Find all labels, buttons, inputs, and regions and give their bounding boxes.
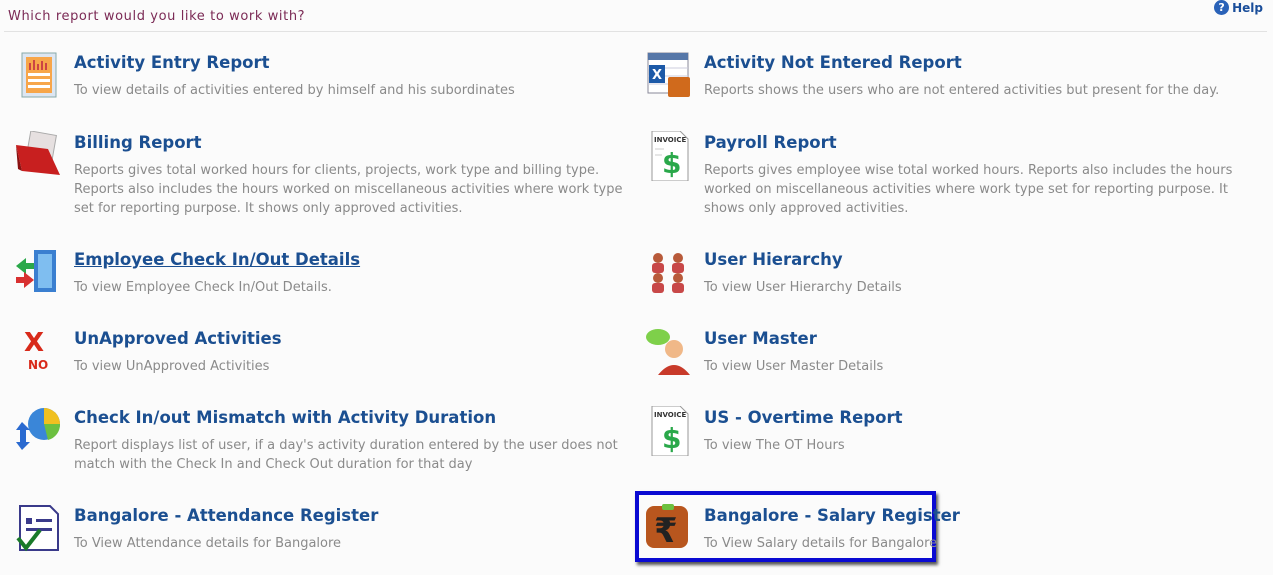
users-hierarchy-icon: [652, 253, 684, 293]
report-title[interactable]: Activity Not Entered Report: [704, 53, 962, 72]
x-no-icon: XNO: [24, 328, 48, 372]
svg-text:NO: NO: [28, 358, 48, 372]
chart-report-icon: [21, 52, 57, 98]
report-description: To view UnApproved Activities: [74, 359, 270, 374]
report-description: Reports shows the users who are not ente…: [704, 83, 1220, 98]
report-title[interactable]: Payroll Report: [704, 133, 837, 152]
report-description: To view details of activities entered by…: [74, 83, 515, 98]
report-title[interactable]: Check In/out Mismatch with Activity Dura…: [74, 408, 496, 427]
report-title[interactable]: User Hierarchy: [704, 250, 843, 269]
report-title[interactable]: Billing Report: [74, 133, 202, 152]
report-title[interactable]: Employee Check In/Out Details: [74, 250, 360, 269]
report-title[interactable]: UnApproved Activities: [74, 329, 282, 348]
report-title[interactable]: Activity Entry Report: [74, 53, 270, 72]
report-description: To view User Master Details: [704, 359, 884, 374]
page-question: Which report would you like to work with…: [8, 9, 306, 24]
svg-text:INVOICE: INVOICE: [654, 136, 686, 144]
help-label: Help: [1232, 0, 1263, 15]
red-folder-icon: [16, 131, 60, 175]
report-title[interactable]: User Master: [704, 329, 817, 348]
svg-text:₹: ₹: [654, 511, 678, 551]
invoice-dollar-icon: INVOICE $: [651, 131, 689, 181]
help-link[interactable]: ? Help: [1214, 0, 1263, 15]
report-title[interactable]: Bangalore - Salary Register: [704, 506, 960, 525]
user-chat-icon: [646, 329, 690, 375]
svg-text:$: $: [662, 147, 681, 180]
report-description: To View Salary details for Bangalore: [704, 536, 938, 551]
report-title[interactable]: US - Overtime Report: [704, 408, 902, 427]
report-description: Reports gives total worked hours for cli…: [74, 163, 623, 216]
rupee-icon: ₹: [646, 504, 688, 551]
report-description: To view Employee Check In/Out Details.: [74, 280, 332, 295]
svg-text:X: X: [24, 328, 44, 358]
pie-chart-icon: [16, 408, 61, 450]
invoice-dollar-icon: INVOICE $: [651, 406, 689, 456]
report-description: Reports gives employee wise total worked…: [704, 163, 1233, 216]
report-title[interactable]: Bangalore - Attendance Register: [74, 506, 378, 525]
door-icon: [16, 250, 56, 292]
svg-text:X: X: [652, 68, 662, 83]
attendance-check-icon: [16, 505, 59, 552]
svg-text:$: $: [662, 422, 681, 455]
excel-calendar-icon: X: [647, 52, 690, 97]
report-description: Report displays list of user, if a day's…: [74, 438, 618, 472]
svg-text:INVOICE: INVOICE: [654, 411, 686, 419]
divider: [4, 31, 1267, 32]
report-description: To view User Hierarchy Details: [704, 280, 902, 295]
report-description: To view The OT Hours: [704, 438, 845, 453]
report-description: To View Attendance details for Bangalore: [74, 536, 342, 551]
help-icon: ?: [1214, 0, 1230, 15]
